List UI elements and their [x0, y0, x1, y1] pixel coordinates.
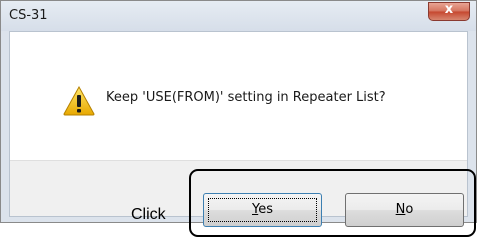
window-title: CS-31 — [9, 8, 48, 23]
close-button[interactable]: x — [428, 2, 470, 21]
title-bar[interactable]: CS-31 x — [1, 1, 476, 31]
click-annotation: Click — [131, 206, 166, 223]
warning-icon — [63, 86, 95, 116]
callout-highlight-box — [189, 169, 476, 237]
dialog-message: Keep 'USE(FROM)' setting in Repeater Lis… — [106, 90, 386, 105]
message-area: Keep 'USE(FROM)' setting in Repeater Lis… — [10, 32, 467, 160]
close-icon: x — [444, 2, 454, 17]
